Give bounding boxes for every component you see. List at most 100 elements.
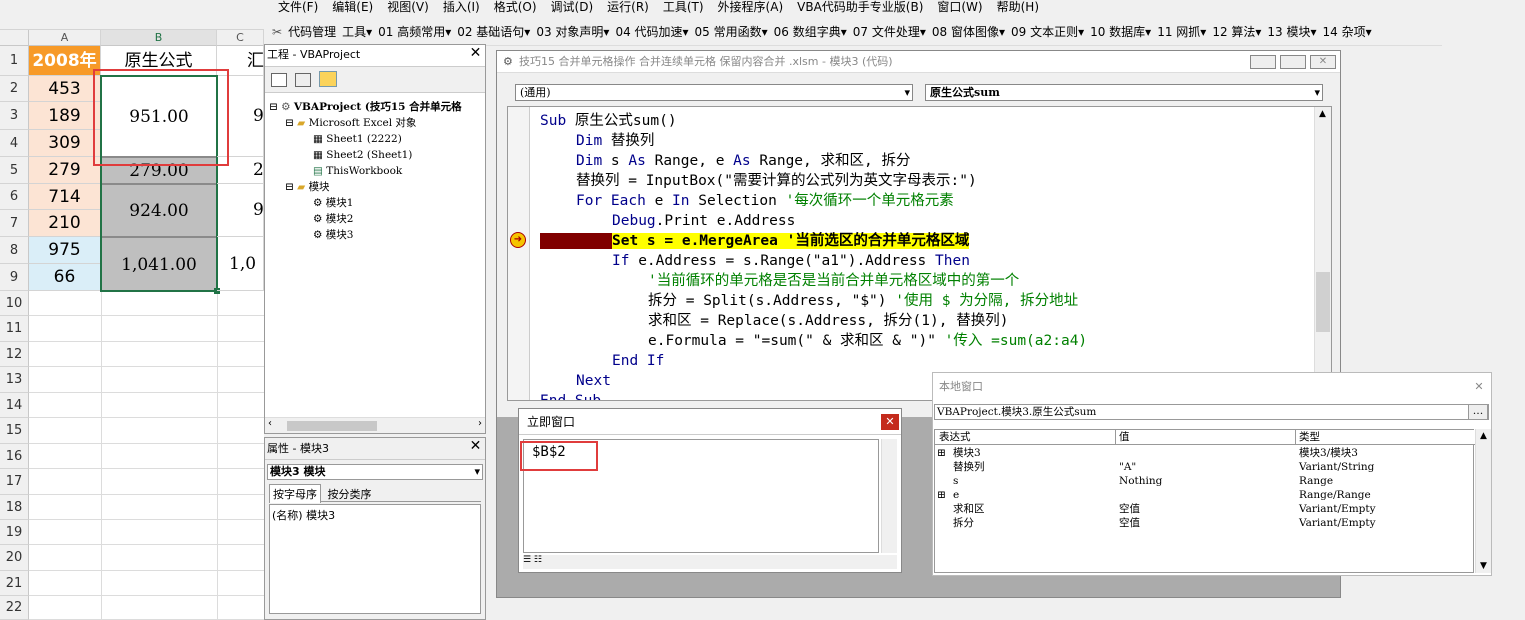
tree-node-thisworkbook[interactable]: ▤ ThisWorkbook bbox=[269, 163, 462, 179]
toolbar-menu-item[interactable]: 代码管理 bbox=[288, 25, 336, 39]
close-icon[interactable]: ✕ bbox=[468, 439, 483, 454]
menu-item[interactable]: VBA代码助手专业版(B) bbox=[797, 0, 923, 14]
cell-a4[interactable]: 309 bbox=[29, 130, 101, 157]
scroll-left-icon[interactable]: ‹ bbox=[268, 418, 272, 429]
code-line[interactable]: 求和区 = Replace(s.Address, 拆分(1), 替换列) bbox=[648, 311, 1008, 331]
menu-item[interactable]: 窗口(W) bbox=[937, 0, 982, 14]
menu-item[interactable]: 运行(R) bbox=[607, 0, 649, 14]
code-line[interactable]: Dim 替换列 bbox=[576, 131, 654, 151]
chevron-down-icon[interactable]: ▾ bbox=[904, 85, 910, 100]
cell-a2[interactable]: 453 bbox=[29, 76, 101, 102]
header-value[interactable]: 值 bbox=[1119, 430, 1130, 444]
empty-grid-row[interactable] bbox=[29, 520, 264, 545]
toolbar-menu-item[interactable]: 07 文件处理▾ bbox=[853, 25, 926, 39]
scroll-right-icon[interactable]: › bbox=[478, 418, 482, 429]
toolbar-menu-item[interactable]: 04 代码加速▾ bbox=[615, 25, 688, 39]
empty-grid-row[interactable] bbox=[29, 495, 264, 520]
toolbar-menu-item[interactable]: 12 算法▾ bbox=[1212, 25, 1261, 39]
toolbar-menu-item[interactable]: 工具▾ bbox=[342, 25, 372, 39]
row-header[interactable]: 2 bbox=[0, 76, 29, 102]
column-divider[interactable] bbox=[1295, 430, 1296, 445]
code-line[interactable]: Debug.Print e.Address bbox=[612, 211, 795, 231]
col-header-c[interactable]: C bbox=[217, 30, 264, 46]
toolbar-menu-item[interactable]: 13 模块▾ bbox=[1267, 25, 1316, 39]
row-header[interactable]: 6 bbox=[0, 184, 29, 210]
toggle-folders-icon[interactable] bbox=[318, 71, 337, 87]
toolbar-menu-item[interactable]: 05 常用函数▾ bbox=[695, 25, 768, 39]
toolbar-menu-item[interactable]: 09 文本正则▾ bbox=[1011, 25, 1084, 39]
scroll-up-icon[interactable]: ▲ bbox=[1319, 109, 1326, 119]
cell-a1[interactable]: 2008年 bbox=[29, 46, 101, 76]
view-code-icon[interactable] bbox=[271, 73, 287, 87]
empty-grid-row[interactable] bbox=[29, 418, 264, 444]
row-header[interactable]: 15 bbox=[0, 418, 29, 444]
collapse-icon[interactable]: ⊟ bbox=[269, 101, 281, 113]
code-line[interactable]: 替换列 = InputBox("需要计算的公式列为英文字母表示:") bbox=[576, 171, 977, 191]
toolbar-menu-item[interactable]: 14 杂项▾ bbox=[1323, 25, 1372, 39]
row-header[interactable]: 4 bbox=[0, 130, 29, 157]
select-all-corner[interactable] bbox=[0, 30, 29, 46]
row-header[interactable]: 5 bbox=[0, 157, 29, 184]
close-icon[interactable]: ✕ bbox=[468, 46, 483, 61]
row-header[interactable]: 11 bbox=[0, 316, 29, 342]
minimize-icon[interactable] bbox=[1250, 55, 1276, 69]
tree-node-sheet2[interactable]: ▦ Sheet2 (Sheet1) bbox=[269, 147, 462, 163]
empty-grid-row[interactable] bbox=[29, 316, 264, 342]
menu-item[interactable]: 文件(F) bbox=[278, 0, 318, 14]
empty-grid-row[interactable] bbox=[29, 342, 264, 367]
row-header[interactable]: 20 bbox=[0, 545, 29, 571]
tree-node-modules[interactable]: ⊟ ▰ 模块 bbox=[269, 179, 462, 195]
menu-item[interactable]: 编辑(E) bbox=[332, 0, 373, 14]
cell-c8[interactable]: 1,0 bbox=[217, 237, 264, 291]
close-icon[interactable]: ✕ bbox=[1310, 55, 1336, 69]
toolbar-menu-item[interactable]: 10 数据库▾ bbox=[1090, 25, 1151, 39]
row-header[interactable]: 7 bbox=[0, 210, 29, 237]
code-line[interactable]: Next bbox=[576, 371, 611, 391]
expand-icon[interactable]: ⊞ bbox=[937, 488, 946, 502]
code-line[interactable]: e.Formula = "=sum(" & 求和区 & ")" '传入 =sum… bbox=[648, 331, 1087, 351]
scroll-down-icon[interactable]: ▼ bbox=[1480, 561, 1487, 571]
cell-c6[interactable]: 9 bbox=[217, 184, 264, 237]
tab-categorized[interactable]: 按分类序 bbox=[325, 485, 375, 503]
menu-item[interactable]: 调试(D) bbox=[551, 0, 594, 14]
toolbar-menu-item[interactable]: 02 基础语句▾ bbox=[457, 25, 530, 39]
vertical-scrollbar[interactable]: ▲ bbox=[1314, 107, 1331, 400]
menu-item[interactable]: 工具(T) bbox=[663, 0, 704, 14]
menu-item[interactable]: 外接程序(A) bbox=[718, 0, 784, 14]
expand-icon[interactable]: ⊞ bbox=[937, 446, 946, 460]
toolbar-menu-item[interactable]: 08 窗体图像▾ bbox=[932, 25, 1005, 39]
empty-grid-row[interactable] bbox=[29, 545, 264, 571]
chevron-down-icon[interactable]: ▾ bbox=[1314, 85, 1320, 100]
empty-grid-row[interactable] bbox=[29, 469, 264, 495]
view-object-icon[interactable] bbox=[294, 73, 311, 87]
procedure-dropdown[interactable]: 原生公式sum ▾ bbox=[925, 84, 1323, 101]
toolbar-menu-item[interactable]: 03 对象声明▾ bbox=[536, 25, 609, 39]
cell-a7[interactable]: 210 bbox=[29, 210, 101, 237]
menu-item[interactable]: 视图(V) bbox=[387, 0, 429, 14]
tree-node-module2[interactable]: ⚙ 模块2 bbox=[269, 211, 462, 227]
scrollbar-thumb[interactable] bbox=[287, 421, 377, 431]
col-header-a[interactable]: A bbox=[29, 30, 101, 46]
toolbar-menu-item[interactable]: 11 网抓▾ bbox=[1157, 25, 1206, 39]
row-header[interactable]: 3 bbox=[0, 102, 29, 130]
empty-grid-row[interactable] bbox=[29, 596, 264, 620]
empty-grid-row[interactable] bbox=[29, 393, 264, 418]
property-name-row[interactable]: (名称) 模块3 bbox=[272, 509, 335, 522]
tree-node-excel-objects[interactable]: ⊟ ▰ Microsoft Excel 对象 bbox=[269, 115, 462, 131]
call-stack-button[interactable]: … bbox=[1468, 404, 1488, 420]
row-header[interactable]: 9 bbox=[0, 264, 29, 291]
toolbar-menu-item[interactable]: 06 数组字典▾ bbox=[774, 25, 847, 39]
row-header[interactable]: 14 bbox=[0, 393, 29, 418]
row-header[interactable]: 17 bbox=[0, 469, 29, 495]
tree-node-module1[interactable]: ⚙ 模块1 bbox=[269, 195, 462, 211]
column-divider[interactable] bbox=[1115, 430, 1116, 445]
code-line[interactable]: '当前循环的单元格是否是当前合并单元格区域中的第一个 bbox=[648, 271, 1019, 291]
row-header[interactable]: 21 bbox=[0, 571, 29, 596]
empty-grid-row[interactable] bbox=[29, 367, 264, 393]
menu-item[interactable]: 格式(O) bbox=[494, 0, 537, 14]
restore-icon[interactable] bbox=[1280, 55, 1306, 69]
object-selector-dropdown[interactable]: 模块3 模块 ▾ bbox=[267, 464, 483, 480]
collapse-icon[interactable]: ⊟ bbox=[285, 117, 297, 129]
col-header-b[interactable]: B bbox=[101, 30, 217, 46]
row-header[interactable]: 12 bbox=[0, 342, 29, 367]
